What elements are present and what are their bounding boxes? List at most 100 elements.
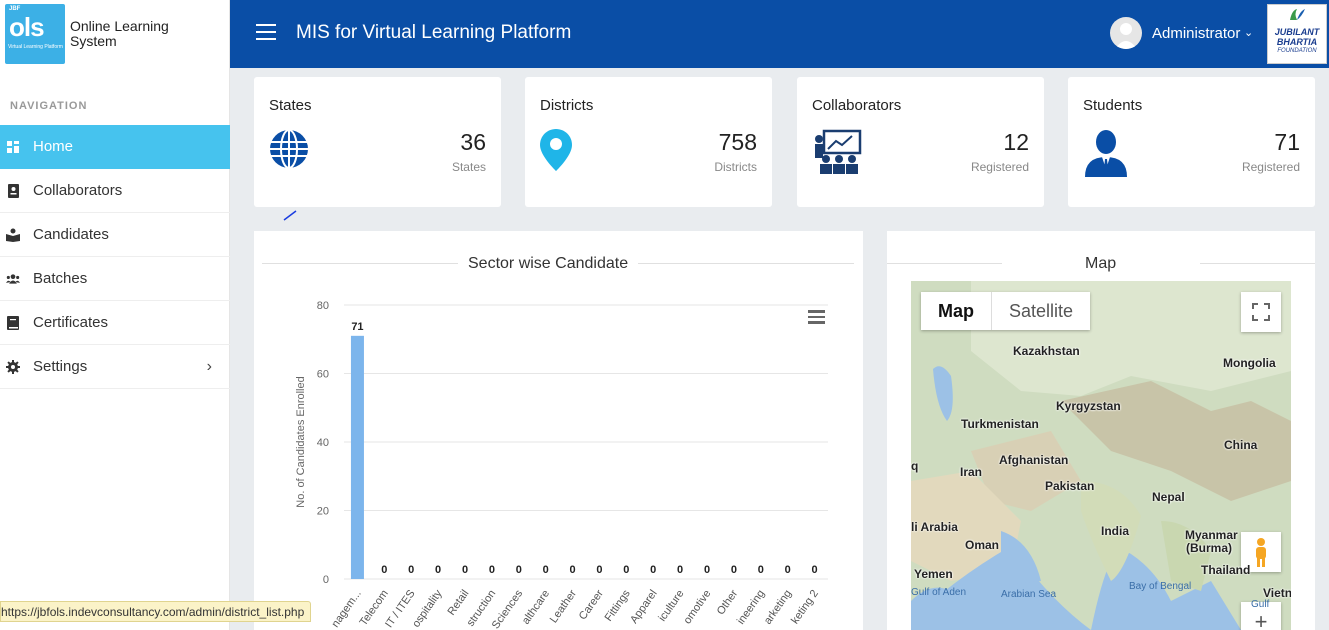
partner-name-line1: JUBILANT — [1274, 27, 1320, 37]
google-map[interactable]: Map Satellite + Kazakhstan Mongolia Kyrg… — [911, 281, 1291, 630]
ols-logo: JBF ols Virtual Learning Platform — [5, 4, 65, 64]
book-icon — [6, 315, 20, 330]
brand[interactable]: JBF ols Virtual Learning Platform Online… — [0, 0, 229, 68]
y-tick-label: 60 — [317, 369, 329, 381]
person-icon — [1083, 129, 1129, 182]
card-students[interactable]: Students 71 Registered — [1068, 77, 1315, 207]
map-label: Thailand — [1201, 563, 1251, 577]
card-collaborators[interactable]: Collaborators 12 Registered — [797, 77, 1044, 207]
card-districts[interactable]: Districts 758 Districts — [525, 77, 772, 207]
map-label: Myanmar — [1185, 528, 1238, 542]
data-label: 0 — [731, 564, 737, 576]
chart-menu-icon[interactable] — [808, 310, 825, 324]
map-panel-title: Map — [1075, 255, 1127, 273]
x-tick-label: Retail — [445, 588, 471, 618]
sidebar-item-candidates[interactable]: Candidates — [0, 213, 230, 257]
y-tick-label: 20 — [317, 506, 329, 518]
logo-sub-text: Virtual Learning Platform — [8, 44, 63, 50]
sidebar-item-label: Candidates — [33, 226, 109, 243]
sidebar-item-settings[interactable]: Settings › — [0, 345, 230, 389]
map-sea-label: Gulf of Aden — [911, 587, 967, 598]
reader-icon — [6, 228, 20, 242]
x-tick-label: arketing — [762, 588, 794, 627]
map-label: Pakistan — [1045, 479, 1095, 493]
page-title: MIS for Virtual Learning Platform — [296, 22, 572, 43]
partner-name-line3: FOUNDATION — [1277, 48, 1317, 54]
map-label: India — [1101, 524, 1130, 538]
card-states[interactable]: States 36 States — [254, 77, 501, 207]
map-label: Oman — [965, 538, 1000, 552]
gear-icon — [6, 359, 20, 374]
partner-logo: JUBILANT BHARTIA FOUNDATION — [1267, 4, 1327, 64]
card-value: 36 — [460, 129, 486, 155]
card-title: States — [269, 97, 312, 114]
card-subtitle: Registered — [970, 160, 1029, 174]
card-title: Students — [1083, 97, 1143, 114]
map-type-control: Map Satellite — [921, 292, 1091, 330]
user-menu[interactable]: Administrator — [1152, 25, 1240, 42]
map-label: li Arabia — [911, 520, 958, 534]
x-tick-label: Other — [715, 588, 741, 618]
data-label: 0 — [650, 564, 656, 576]
sidebar-item-home[interactable]: Home — [0, 125, 230, 169]
map-label: Kyrgyzstan — [1056, 399, 1121, 413]
data-label: 0 — [569, 564, 575, 576]
menu-toggle-icon[interactable] — [256, 24, 276, 40]
map-sea-label: Gulf — [1251, 599, 1270, 610]
data-label: 0 — [543, 564, 549, 576]
fullscreen-icon[interactable] — [1241, 292, 1281, 332]
id-card-icon — [6, 183, 20, 198]
map-label: Yemen — [914, 567, 953, 581]
data-label: 0 — [516, 564, 522, 576]
chevron-down-icon[interactable]: ⌄ — [1244, 26, 1253, 39]
x-tick-label: omotive — [682, 588, 714, 626]
card-value: 71 — [1274, 129, 1300, 155]
map-type-satellite-button[interactable]: Satellite — [992, 292, 1090, 330]
top-header: MIS for Virtual Learning Platform Admini… — [230, 0, 1329, 68]
bar — [350, 335, 364, 579]
data-label: 0 — [435, 564, 441, 576]
data-label: 71 — [351, 321, 363, 333]
map-label: Mongolia — [1223, 356, 1276, 370]
data-label: 0 — [408, 564, 414, 576]
map-label: Vietn — [1263, 586, 1291, 600]
map-pin-icon — [540, 129, 572, 176]
map-terrain — [911, 281, 1291, 630]
data-label: 0 — [381, 564, 387, 576]
card-value: 12 — [1003, 129, 1029, 155]
panel-title-rule — [1200, 263, 1315, 264]
map-type-map-button[interactable]: Map — [921, 292, 992, 330]
y-tick-label: 0 — [323, 574, 329, 586]
y-tick-label: 80 — [317, 300, 329, 312]
y-axis-label: No. of Candidates Enrolled — [295, 376, 307, 507]
partner-name-line2: BHARTIA — [1276, 37, 1318, 47]
dashboard-icon — [6, 140, 20, 154]
avatar[interactable] — [1110, 17, 1142, 49]
data-label: 0 — [758, 564, 764, 576]
brand-name-line2: System — [70, 33, 117, 49]
x-tick-label: nagem... — [330, 588, 364, 630]
sidebar-item-certificates[interactable]: Certificates — [0, 301, 230, 345]
sidebar-item-label: Batches — [33, 270, 88, 287]
y-tick-label: 40 — [317, 437, 329, 449]
map-sea-label: Arabian Sea — [1001, 589, 1057, 600]
card-value: 758 — [718, 129, 757, 155]
leaf-icon — [1290, 9, 1305, 20]
sidebar-item-collaborators[interactable]: Collaborators — [0, 169, 230, 213]
data-label: 0 — [623, 564, 629, 576]
map-label: Nepal — [1152, 490, 1185, 504]
panel-title-rule — [887, 263, 1002, 264]
card-subtitle: Registered — [1241, 160, 1300, 174]
map-label: q — [911, 459, 919, 473]
sidebar-item-batches[interactable]: Batches — [0, 257, 230, 301]
map-sea-label: Bay of Bengal — [1129, 581, 1192, 592]
card-subtitle: Districts — [714, 160, 757, 174]
loading-stroke — [283, 210, 297, 221]
x-tick-label: keting 2 — [789, 588, 821, 626]
chart-panel: Sector wise Candidate 0 20 40 60 80 No. of Ca… — [254, 231, 863, 630]
link-status-bar: https://jbfols.indevconsultancy.com/admi… — [0, 601, 312, 622]
data-label: 0 — [811, 564, 817, 576]
map-label: China — [1224, 438, 1258, 452]
presentation-icon — [812, 129, 862, 180]
sidebar: JBF ols Virtual Learning Platform Online… — [0, 0, 230, 630]
